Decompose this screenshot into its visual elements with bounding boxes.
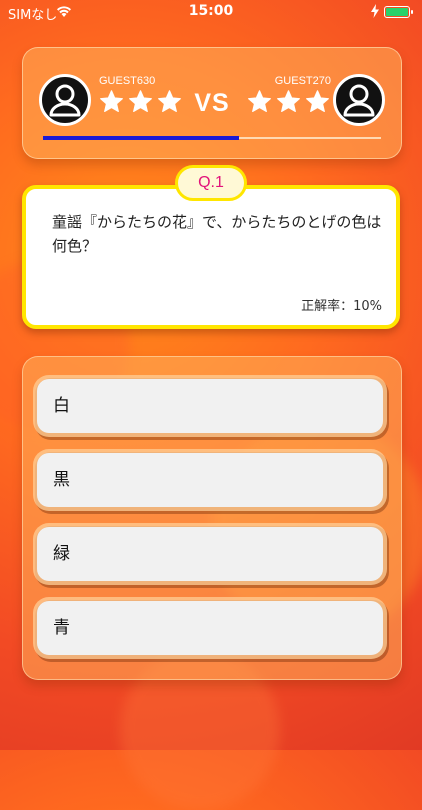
- status-time: 15:00: [188, 3, 234, 19]
- answer-option-1[interactable]: 白: [37, 379, 383, 433]
- question-card: 童謡『からたちの花』で、からたちのとげの色は何色？ 正解率：10%: [22, 185, 400, 329]
- player-right-name: GUEST270: [274, 75, 331, 87]
- star-icon: [277, 90, 300, 113]
- answer-option-4[interactable]: 青: [37, 601, 383, 655]
- match-panel: GUEST630 VS GUEST270: [22, 47, 402, 159]
- star-icon: [248, 90, 271, 113]
- player-left-name: GUEST630: [99, 75, 156, 87]
- answer-option-2[interactable]: 黒: [37, 453, 383, 507]
- question-text: 童謡『からたちの花』で、からたちのとげの色は何色？: [52, 213, 382, 255]
- star-icon: [306, 90, 329, 113]
- match-progress-fill: [43, 136, 240, 140]
- player-right-stars: [247, 89, 330, 114]
- status-bar: SIMなし 15:00: [0, 0, 422, 24]
- answer-option-3[interactable]: 緑: [37, 527, 383, 581]
- match-progress-bar: [43, 136, 381, 140]
- user-avatar-icon: [333, 74, 385, 126]
- battery-icon: [384, 6, 413, 18]
- question-number-badge: Q.1: [175, 165, 247, 201]
- correct-rate: 正解率：10%: [301, 299, 382, 314]
- charging-icon: [371, 4, 379, 18]
- answers-panel: 白 黒 緑 青: [22, 356, 402, 680]
